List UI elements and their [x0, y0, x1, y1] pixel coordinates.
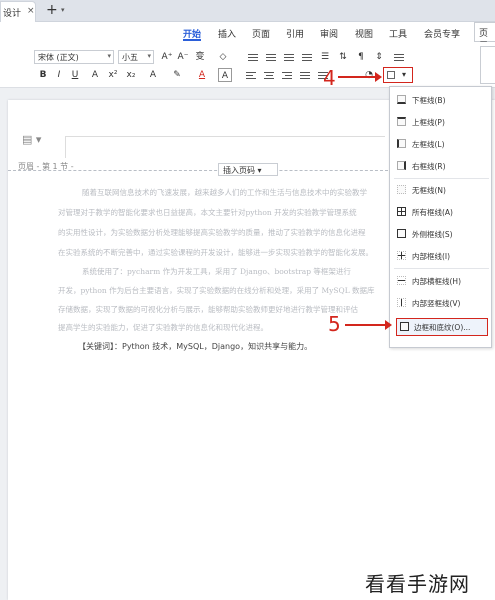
- shrink-font-icon[interactable]: A⁻: [176, 50, 190, 64]
- menu-item-no-border[interactable]: 无框线(N): [390, 182, 493, 198]
- all-borders-icon: [397, 207, 406, 216]
- step-5-arrow-icon: [345, 320, 392, 330]
- align-right-icon[interactable]: [280, 68, 294, 82]
- header-divider: [8, 170, 388, 171]
- subscript-icon[interactable]: x₂: [124, 68, 138, 82]
- underline-icon[interactable]: U: [68, 68, 82, 82]
- title-bar: 设计 × + ▾: [0, 0, 495, 22]
- keywords-line[interactable]: 【关键词】：Python 技术，MySQL，Django，知识共享与能力。: [78, 341, 312, 352]
- font-color-icon[interactable]: A: [195, 68, 209, 82]
- step-4-annotation: 4: [323, 66, 336, 90]
- increase-indent-icon[interactable]: [300, 50, 314, 64]
- left-border-icon: [397, 139, 406, 148]
- borders-shading-icon: [400, 322, 409, 331]
- inside-borders-icon: [397, 251, 406, 260]
- font-name-value: 宋体 (正文): [38, 53, 79, 62]
- tab-insert[interactable]: 插入: [218, 27, 236, 40]
- body-paragraph[interactable]: 对管理对于教学的智能化要求也日益提高，本文主要针对python 开发的实验教学管…: [58, 207, 388, 218]
- menu-item-borders-and-shading[interactable]: 边框和底纹(O)...: [396, 318, 488, 336]
- body-paragraph[interactable]: 在实验系统的不断完善中，通过实验课程的开发设计，能够进一步实现实验教学的智能化发…: [58, 247, 388, 258]
- strikethrough-icon[interactable]: A: [88, 68, 102, 82]
- chevron-down-icon: ▾: [147, 52, 151, 60]
- align-center-icon[interactable]: [262, 68, 276, 82]
- menu-item-inside-vertical[interactable]: 内部竖框线(V): [390, 295, 493, 311]
- menu-item-outside-borders[interactable]: 外侧框线(S): [390, 226, 493, 242]
- grow-font-icon[interactable]: A⁺: [160, 50, 174, 64]
- body-paragraph[interactable]: 系统使用了：pycharm 作为开发工具，采用了 Django、bootstra…: [58, 266, 388, 277]
- justify-icon[interactable]: [298, 68, 312, 82]
- margin-mark: [65, 136, 66, 158]
- shading-icon[interactable]: ◔: [362, 68, 376, 82]
- menu-divider: [394, 178, 489, 179]
- border-icon: [387, 71, 395, 79]
- clear-format-icon[interactable]: ◇: [216, 50, 230, 64]
- right-panel-edge: [480, 46, 495, 84]
- ribbon-tab-bar: 开始 插入 页面 引用 审阅 视图 工具 会员专享: [0, 22, 495, 42]
- header-options-icon[interactable]: ▤ ▾: [22, 133, 41, 146]
- show-marks-icon[interactable]: ¶: [354, 50, 368, 64]
- superscript-icon[interactable]: x²: [106, 68, 120, 82]
- tab-reference[interactable]: 引用: [286, 27, 304, 40]
- table-grid-icon[interactable]: [392, 50, 406, 64]
- no-border-icon: [397, 185, 406, 194]
- right-border-icon: [397, 161, 406, 170]
- paragraph-spacing-icon[interactable]: ⇕: [372, 50, 386, 64]
- tab-page[interactable]: 页面: [252, 27, 270, 40]
- sort-icon[interactable]: ⇅: [336, 50, 350, 64]
- ribbon-toolbar: 宋体 (正文) ▾ 小五 ▾ A⁺ A⁻ 变 ◇ B I U A x² x₂ A…: [0, 42, 495, 126]
- font-size-select[interactable]: 小五 ▾: [118, 50, 154, 64]
- bold-icon[interactable]: B: [36, 68, 50, 82]
- align-left-icon[interactable]: [244, 68, 258, 82]
- bullet-list-icon[interactable]: [246, 50, 260, 64]
- tab-review[interactable]: 审阅: [320, 27, 338, 40]
- menu-item-inside-horizontal[interactable]: 内部横框线(H): [390, 273, 493, 289]
- body-paragraph[interactable]: 开发，python 作为后台主要语言，实现了实验数据的在线分析和处理，采用了 M…: [58, 285, 388, 296]
- italic-icon[interactable]: I: [52, 68, 66, 82]
- chevron-down-icon: ▾: [402, 70, 407, 79]
- tab-member[interactable]: 会员专享: [424, 27, 460, 40]
- active-tab-indicator: [183, 39, 201, 41]
- decrease-indent-icon[interactable]: [282, 50, 296, 64]
- top-border-icon: [397, 117, 406, 126]
- highlight-icon[interactable]: ✎: [170, 68, 184, 82]
- document-tab-label: 设计: [3, 9, 22, 19]
- inside-vertical-border-icon: [397, 298, 406, 307]
- change-case-icon[interactable]: 变: [193, 50, 207, 64]
- chinese-layout-icon[interactable]: ☰: [318, 50, 332, 64]
- new-tab-icon[interactable]: +: [46, 2, 58, 18]
- menu-item-left-border[interactable]: 左框线(L): [390, 136, 493, 152]
- menu-item-bottom-border[interactable]: 下框线(B): [390, 92, 493, 108]
- menu-item-top-border[interactable]: 上框线(P): [390, 114, 493, 130]
- tab-tools[interactable]: 工具: [389, 27, 407, 40]
- body-paragraph[interactable]: 的实用性设计，为实验数据分析处理能够提高实验教学的质量，推动了实验教学的信息化进…: [58, 227, 388, 238]
- outside-borders-icon: [397, 229, 406, 238]
- tab-menu-chevron-icon[interactable]: ▾: [61, 6, 65, 14]
- close-tab-icon[interactable]: ×: [27, 6, 35, 16]
- insert-page-number-button[interactable]: 插入页码 ▾: [218, 163, 278, 176]
- menu-item-inside-borders[interactable]: 内部框线(I): [390, 248, 493, 264]
- step-5-annotation: 5: [328, 312, 341, 336]
- margin-mark: [65, 136, 385, 137]
- char-border-icon[interactable]: A: [218, 68, 232, 82]
- tab-header-footer[interactable]: 页眉: [474, 22, 495, 52]
- watermark-logo: 看看手游网: [365, 572, 470, 596]
- number-list-icon[interactable]: [264, 50, 278, 64]
- bottom-border-icon: [397, 95, 406, 104]
- border-dropdown-button[interactable]: ▾: [383, 67, 413, 83]
- menu-divider: [394, 268, 489, 269]
- font-name-select[interactable]: 宋体 (正文) ▾: [34, 50, 114, 64]
- body-paragraph[interactable]: 随着互联网信息技术的飞速发展，越来越多人们的工作和生活与信息技术中的实验教学: [58, 187, 388, 198]
- tab-view[interactable]: 视图: [355, 27, 373, 40]
- inside-horizontal-border-icon: [397, 276, 406, 285]
- border-dropdown-menu: 下框线(B) 上框线(P) 左框线(L) 右框线(R) 无框线(N) 所有框线(…: [389, 86, 492, 348]
- step-4-arrow-icon: [338, 72, 382, 82]
- text-effect-icon[interactable]: A: [146, 68, 160, 82]
- font-size-value: 小五: [122, 53, 138, 62]
- menu-item-all-borders[interactable]: 所有框线(A): [390, 204, 493, 220]
- chevron-down-icon: ▾: [107, 52, 111, 60]
- document-tab[interactable]: 设计 ×: [0, 1, 36, 22]
- menu-item-right-border[interactable]: 右框线(R): [390, 158, 493, 174]
